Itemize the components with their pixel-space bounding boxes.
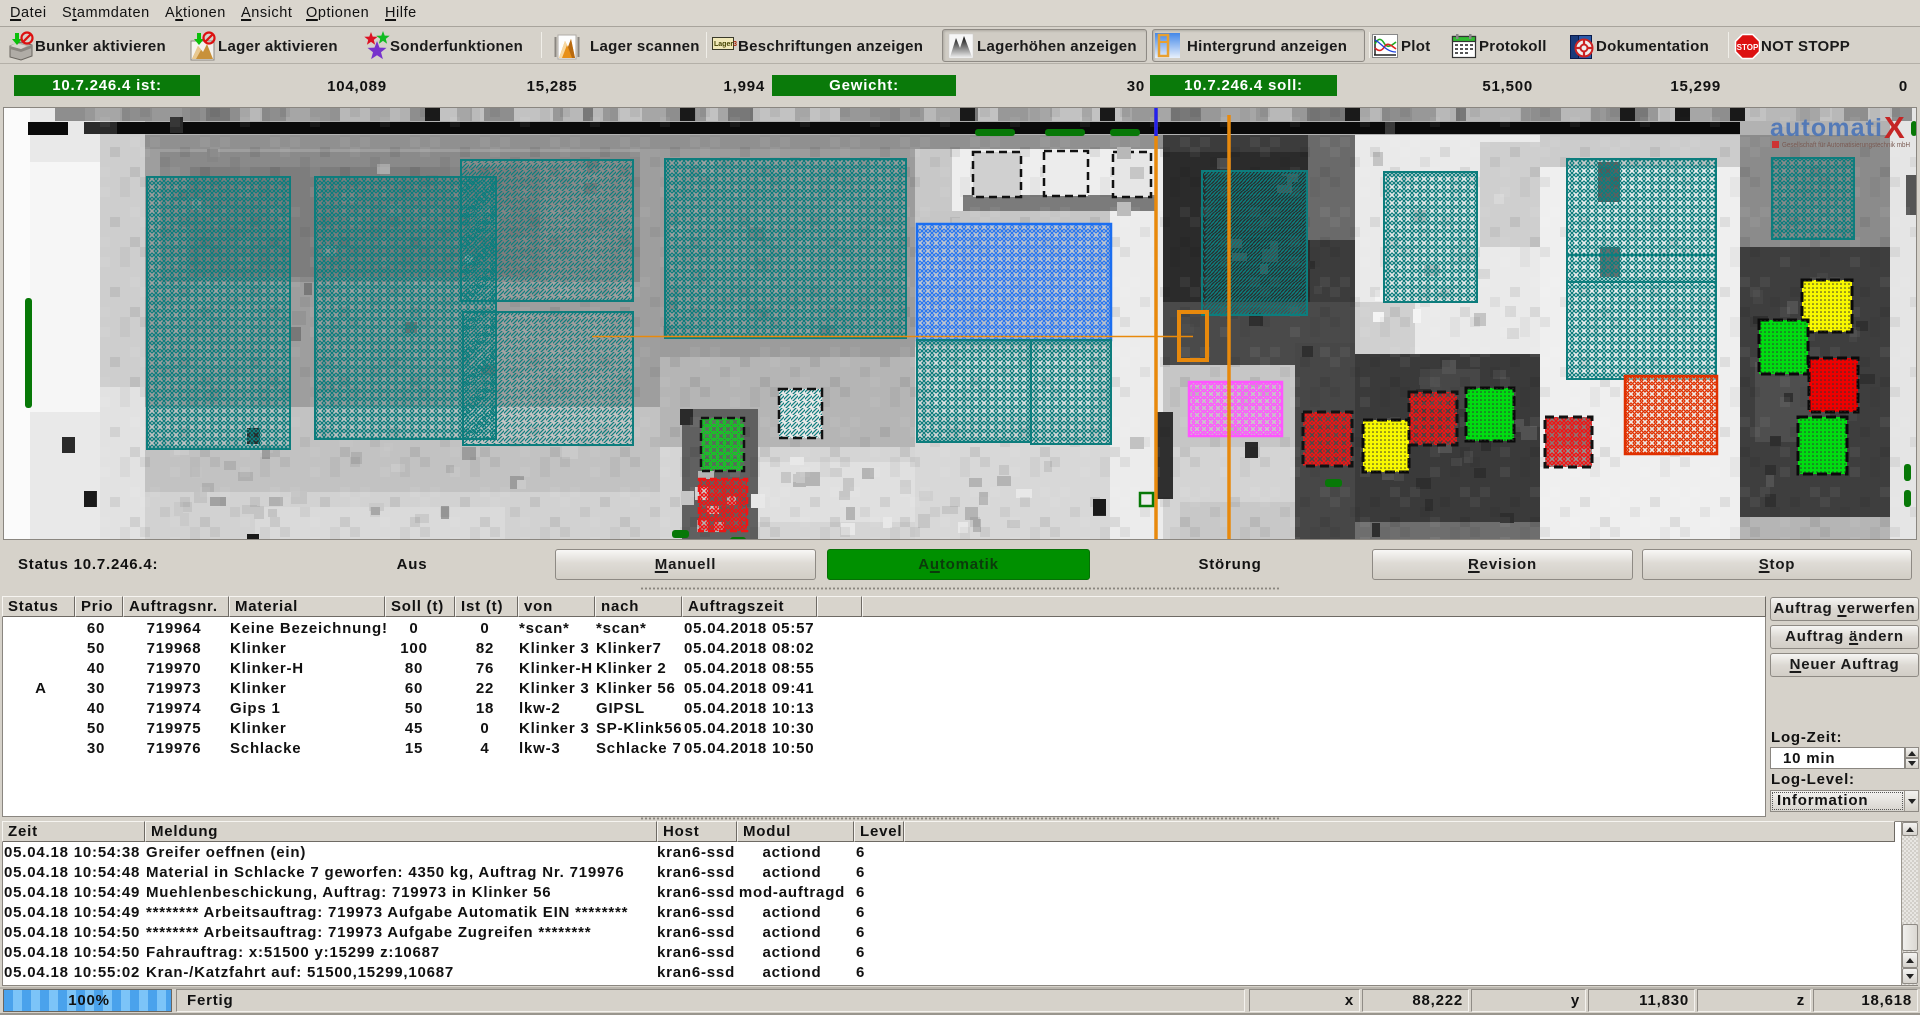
svg-text:Gesellschaft für Automatisieru: Gesellschaft für Automatisierungstechnik… bbox=[1782, 142, 1910, 149]
svg-text:automati: automati bbox=[1770, 114, 1882, 142]
svg-text:Lager3: Lager3 bbox=[714, 41, 737, 48]
svg-text:X: X bbox=[1884, 110, 1905, 145]
svg-text:STOP: STOP bbox=[1737, 43, 1759, 52]
